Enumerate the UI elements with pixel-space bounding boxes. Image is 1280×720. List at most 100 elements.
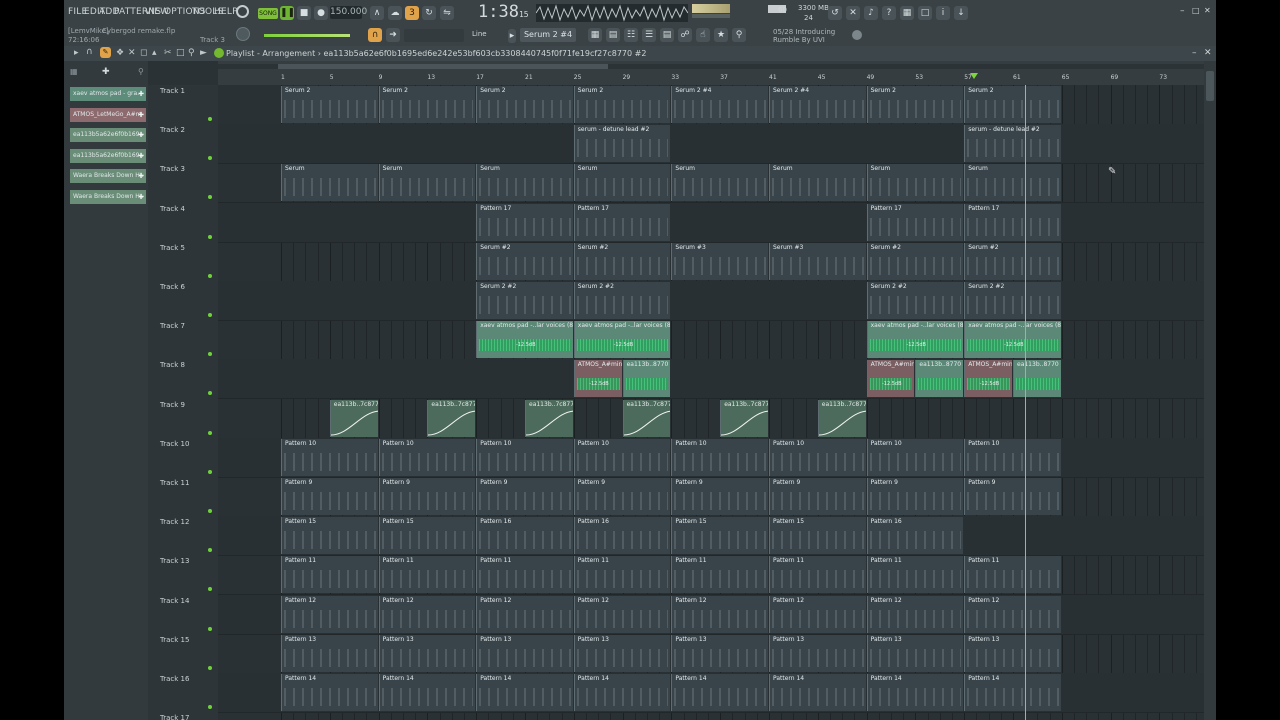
vertical-scroll-thumb[interactable] [1206,71,1214,101]
arrow-right-icon[interactable]: ➜ [386,28,400,42]
track-enable-led[interactable] [208,587,212,592]
wait-input-icon[interactable]: ☁ [388,6,402,20]
playlist-clip[interactable]: Pattern 9 [769,478,866,515]
playlist-clip[interactable]: Serum 2 [281,86,378,123]
track-label[interactable]: Track 4 [160,205,185,213]
track-label[interactable]: Track 7 [160,322,185,330]
playlist-clip[interactable]: Pattern 12 [964,595,1061,633]
playlist-clip[interactable]: Pattern 15 [378,517,476,555]
master-volume-knob[interactable] [236,27,250,41]
playlist-clip[interactable]: ea113b..8770 #2 [622,360,671,398]
picker-item-add-icon[interactable]: ✚ [138,128,144,142]
snap-mode[interactable]: Line [472,30,487,38]
track-label[interactable]: Track 10 [160,440,189,448]
pattern-selector[interactable]: Serum 2 #4 [520,28,576,42]
playlist-clip[interactable]: Serum #3 [671,242,768,280]
track-label[interactable]: Track 8 [160,361,185,369]
playlist-close-icon[interactable]: ✕ [1204,48,1212,58]
slip-tool-icon[interactable]: ▴ [152,48,157,58]
playlist-clip[interactable]: Pattern 17 [866,203,964,241]
playlist-clip[interactable]: Pattern 14 [281,674,378,711]
maximize-icon[interactable]: □ [1192,6,1200,15]
playlist-clip[interactable]: Serum #2 [476,242,573,280]
playlist-clip[interactable]: Pattern 14 [671,674,768,711]
piano-roll-icon[interactable]: ▦ [588,28,602,42]
playlist-clip[interactable]: ea113b..7c8770 [720,399,768,437]
track-label[interactable]: Track 17 [160,714,189,720]
track-enable-led[interactable] [208,665,212,670]
playlist-clip[interactable]: Pattern 11 [378,556,476,594]
track-enable-led[interactable] [208,626,212,631]
playlist-clip[interactable]: Serum [281,164,378,202]
picker-item[interactable]: Waera Breaks Down H.. ✚ [70,169,146,183]
master-pitch-slider[interactable] [264,34,350,37]
playlist-clip[interactable]: Pattern 11 [573,556,671,594]
playhead-marker[interactable] [970,73,978,79]
track-enable-led[interactable] [208,352,212,357]
playlist-clip[interactable]: Pattern 10 [769,438,866,476]
playlist-minimize-icon[interactable]: – [1192,48,1197,58]
playlist-clip[interactable]: Pattern 15 [281,517,378,555]
playlist-clip[interactable]: Pattern 12 [671,595,768,633]
picker-item-add-icon[interactable]: ✚ [138,87,144,101]
track-enable-led[interactable] [208,156,212,161]
playlist-clip[interactable]: Serum 2 [964,86,1061,123]
playlist-clip[interactable]: Serum 2 [573,86,671,123]
picker-item[interactable]: ea113b5a62e6f0b169.. ✚ [70,128,146,142]
playlist-clip[interactable]: Pattern 14 [573,674,671,711]
play-icon[interactable]: ❚❚ [280,6,295,20]
picker-patterns-icon[interactable]: ▦ [70,67,78,76]
playlist-clip[interactable]: Serum [964,164,1061,202]
track-label[interactable]: Track 13 [160,557,189,565]
export-icon[interactable]: □ [918,6,932,20]
playlist-clip[interactable]: Serum #2 [866,242,964,280]
track-enable-led[interactable] [208,234,212,239]
playlist-clip[interactable]: Serum [671,164,768,202]
picker-item-add-icon[interactable]: ✚ [138,169,144,183]
track-label[interactable]: Track 9 [160,401,185,409]
playlist-clip[interactable]: ea113b..7c8770 [427,399,476,437]
playlist-clip[interactable]: Pattern 9 [964,478,1061,515]
playlist-clip[interactable]: Pattern 11 [476,556,573,594]
close-icon[interactable]: ✕ [1204,6,1211,15]
download-icon[interactable]: ↓ [954,6,968,20]
playlist-clip[interactable]: ATMOS_A#min -12.5dB [573,360,622,398]
playlist-menu-arrow-icon[interactable]: ▸ [74,48,79,58]
playlist-clip[interactable]: Serum 2 #2 [573,282,671,319]
playlist-clip[interactable]: Pattern 12 [866,595,964,633]
playlist-clip[interactable]: Serum 2 #2 [866,282,964,319]
playlist-clip[interactable]: Pattern 14 [866,674,964,711]
track-label[interactable]: Track 2 [160,126,185,134]
playlist-icon[interactable]: ☰ [642,28,656,42]
playlist-clip[interactable]: Pattern 10 [573,438,671,476]
playlist-clip[interactable]: Pattern 15 [769,517,866,555]
playlist-clip[interactable]: Pattern 11 [769,556,866,594]
playlist-clip[interactable]: Serum 2 #4 [769,86,866,123]
online-icon[interactable] [852,30,862,40]
playlist-clip[interactable]: Pattern 14 [964,674,1061,711]
playlist-clip[interactable]: xaev atmos pad -..lar voices (8min) -12.5… [866,321,964,359]
playhead[interactable] [1025,85,1027,720]
picker-item[interactable]: xaev atmos pad - gra. ✚ [70,87,146,101]
close-project-icon[interactable]: ✕ [846,6,860,20]
playlist-clip[interactable]: Pattern 9 [671,478,768,515]
playlist-clip[interactable]: Pattern 14 [378,674,476,711]
playlist-clip[interactable]: Pattern 12 [573,595,671,633]
playlist-clip[interactable]: Serum 2 [378,86,476,123]
track-lane[interactable] [218,712,1204,720]
track-label[interactable]: Track 14 [160,597,189,605]
playlist-clip[interactable]: Pattern 11 [964,556,1061,594]
track-label[interactable]: Track 16 [160,675,189,683]
track-label[interactable]: Track 12 [160,518,189,526]
vertical-scrollbar[interactable] [1204,61,1216,720]
playlist-clip[interactable]: Pattern 9 [866,478,964,515]
playlist-clip[interactable]: ea113b..8770 #2 [1013,360,1061,398]
snap-select-icon[interactable] [404,29,464,42]
playlist-clip[interactable]: Pattern 17 [573,203,671,241]
playback-tool-icon[interactable]: ► [200,48,207,58]
playlist-clip[interactable]: Serum #3 [769,242,866,280]
playlist-clip[interactable]: Pattern 13 [573,634,671,672]
performance-icon[interactable]: ★ [714,28,728,42]
cart-icon[interactable]: ⚲ [732,28,746,42]
playlist-clip[interactable]: xaev atmos pad -..lar voices (8min) -12.5… [476,321,573,359]
